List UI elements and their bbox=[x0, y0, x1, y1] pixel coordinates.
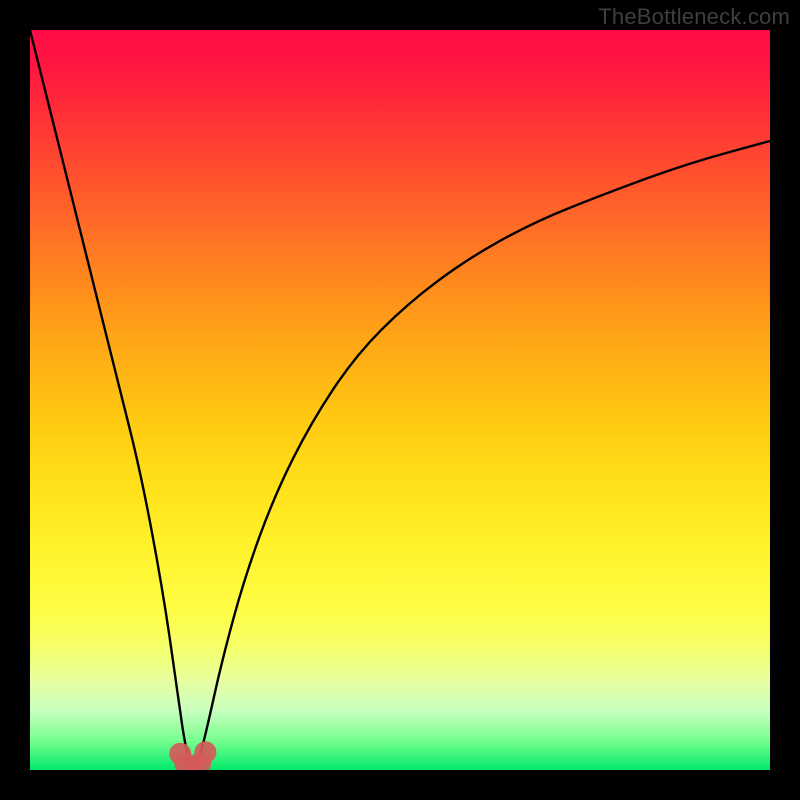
bottleneck-curve-path bbox=[30, 30, 770, 766]
min-marker-dot bbox=[194, 741, 216, 763]
plot-area bbox=[30, 30, 770, 770]
bottleneck-curve-svg bbox=[30, 30, 770, 770]
watermark-text: TheBottleneck.com bbox=[598, 4, 790, 30]
outer-frame: TheBottleneck.com bbox=[0, 0, 800, 800]
min-marker-cluster bbox=[169, 741, 216, 770]
